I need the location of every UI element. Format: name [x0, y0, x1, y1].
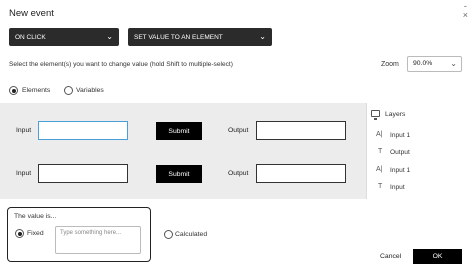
layer-item[interactable]: Input 1: [390, 167, 410, 174]
dialog-title: New event: [9, 8, 54, 19]
fixed-value-textarea[interactable]: Type something here...: [55, 226, 141, 254]
trigger-select[interactable]: ON CLICK ⌄: [9, 28, 119, 46]
chevron-down-icon: ⌄: [106, 32, 113, 41]
canvas-preview: [0, 103, 366, 199]
monitor-icon: [371, 110, 380, 117]
layers-title: Layers: [385, 111, 406, 118]
canvas-input-field[interactable]: [38, 121, 128, 140]
close-icon[interactable]: ×: [463, 11, 468, 20]
layer-item[interactable]: Output: [390, 149, 410, 156]
elements-radio[interactable]: [9, 86, 18, 95]
action-select-value: SET VALUE TO AN ELEMENT: [134, 33, 223, 41]
action-select[interactable]: SET VALUE TO AN ELEMENT ⌄: [128, 28, 272, 46]
zoom-select[interactable]: 90.0% ⌄: [407, 56, 462, 72]
chevron-down-icon: ⌄: [259, 32, 266, 41]
canvas-input-label: Input: [16, 170, 32, 177]
chevron-down-icon: ⌄: [450, 59, 457, 68]
variables-radio-label: Variables: [76, 87, 104, 94]
cancel-button[interactable]: Cancel: [380, 253, 401, 260]
canvas-output-label: Output: [228, 170, 249, 177]
window-controls: - ×: [463, 2, 468, 20]
layer-item[interactable]: Input: [390, 184, 405, 191]
monitor-stand: [374, 118, 377, 120]
canvas-submit-button[interactable]: Submit: [156, 122, 202, 140]
canvas-submit-button[interactable]: Submit: [156, 165, 202, 183]
calculated-radio-label: Calculated: [175, 231, 208, 238]
canvas-output-field[interactable]: [256, 121, 346, 140]
ok-button[interactable]: OK: [413, 249, 462, 264]
zoom-label: Zoom: [381, 61, 399, 68]
text-icon: T: [378, 183, 383, 190]
canvas-output-label: Output: [228, 127, 249, 134]
layer-item[interactable]: Input 1: [390, 132, 410, 139]
fixed-radio[interactable]: [15, 229, 24, 238]
calculated-radio[interactable]: [164, 230, 173, 239]
selection-hint: Select the element(s) you want to change…: [9, 61, 233, 68]
value-section-title: The value is...: [14, 213, 57, 220]
variables-radio[interactable]: [64, 86, 73, 95]
elements-radio-label: Elements: [22, 87, 51, 94]
fixed-radio-label: Fixed: [27, 230, 44, 237]
trigger-select-value: ON CLICK: [15, 33, 46, 41]
canvas-output-field[interactable]: [256, 164, 346, 183]
text-input-icon: A|: [376, 166, 383, 173]
zoom-value: 90.0%: [413, 60, 433, 67]
canvas-input-field[interactable]: [38, 164, 128, 183]
canvas-input-label: Input: [16, 127, 32, 134]
text-input-icon: A|: [376, 131, 383, 138]
text-icon: T: [378, 148, 383, 155]
